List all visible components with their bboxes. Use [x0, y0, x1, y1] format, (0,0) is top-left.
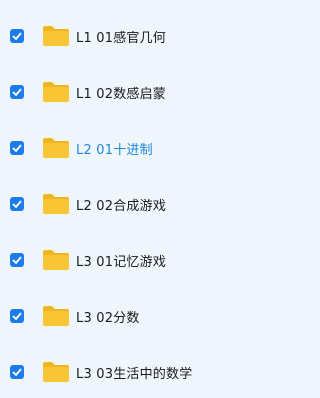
checkmark-icon [12, 32, 22, 40]
folder-icon [42, 25, 70, 47]
list-item[interactable]: L1 02数感启蒙 [0, 72, 263, 112]
file-name: L1 02数感启蒙 [76, 86, 166, 102]
file-name: L2 02合成游戏 [76, 198, 166, 214]
checkmark-icon [12, 88, 22, 96]
checkbox[interactable] [10, 309, 24, 323]
checkbox[interactable] [10, 29, 24, 43]
checkbox[interactable] [10, 365, 24, 379]
checkbox[interactable] [10, 85, 24, 99]
list-item[interactable]: L2 01十进制 [0, 128, 263, 168]
checkmark-icon [12, 256, 22, 264]
folder-icon [42, 249, 70, 271]
folder-icon [42, 193, 70, 215]
checkmark-icon [12, 144, 22, 152]
file-name: L3 01记忆游戏 [76, 254, 166, 270]
checkmark-icon [12, 312, 22, 320]
checkmark-icon [12, 368, 22, 376]
checkbox[interactable] [10, 253, 24, 267]
list-item[interactable]: L3 02分数 [0, 296, 263, 336]
folder-icon [42, 305, 70, 327]
folder-icon [42, 81, 70, 103]
list-item[interactable]: L3 03生活中的数学 [0, 352, 263, 392]
file-name: L1 01感官几何 [76, 30, 166, 46]
file-name: L3 03生活中的数学 [76, 366, 193, 382]
folder-icon [42, 361, 70, 383]
list-item[interactable]: L1 01感官几何 [0, 16, 263, 56]
checkbox[interactable] [10, 197, 24, 211]
list-item[interactable]: L2 02合成游戏 [0, 184, 263, 224]
file-name: L3 02分数 [76, 310, 140, 326]
checkmark-icon [12, 200, 22, 208]
file-list: L1 01感官几何 L1 02数感启蒙 L2 01十进制 L2 02合成游戏 L… [0, 0, 263, 398]
folder-icon [42, 137, 70, 159]
checkbox[interactable] [10, 141, 24, 155]
list-item[interactable]: L3 01记忆游戏 [0, 240, 263, 280]
file-name: L2 01十进制 [76, 142, 153, 158]
